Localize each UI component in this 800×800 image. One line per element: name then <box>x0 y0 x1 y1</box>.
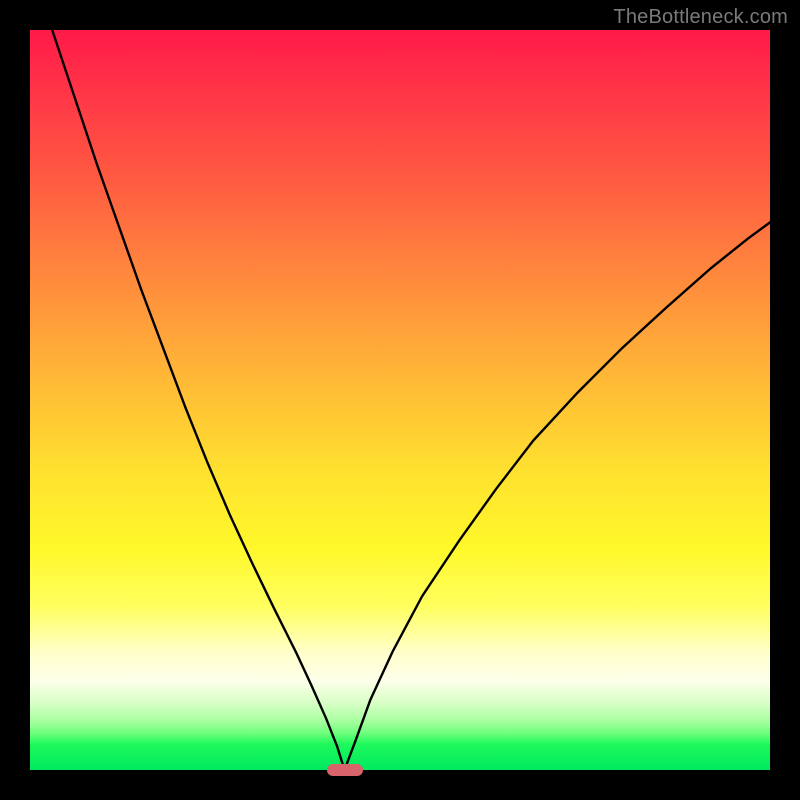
watermark-text: TheBottleneck.com <box>613 6 788 29</box>
curve-left-branch <box>52 30 344 770</box>
chart-frame: TheBottleneck.com <box>0 0 800 800</box>
curve-right-branch <box>345 222 771 770</box>
minimum-marker <box>327 764 363 776</box>
curve-layer <box>30 30 770 770</box>
plot-area <box>30 30 770 770</box>
